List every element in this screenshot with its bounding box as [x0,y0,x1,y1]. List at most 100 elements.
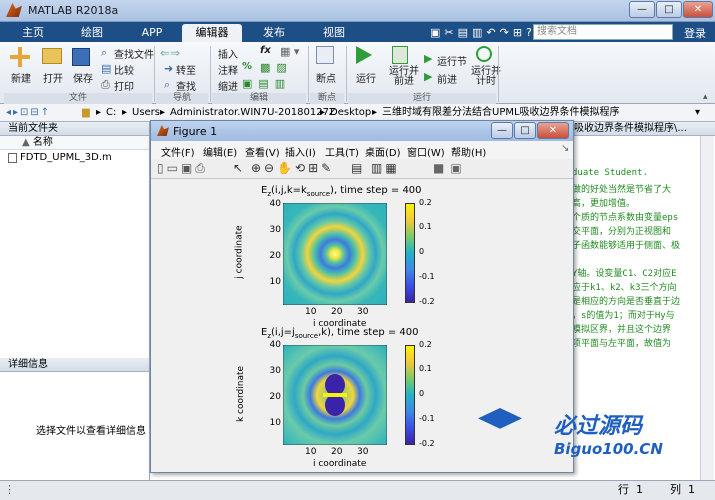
path-segment[interactable]: C: [106,104,116,121]
print-button[interactable]: 打印 [114,78,134,93]
details-header: 详细信息 [0,358,149,372]
save-button[interactable]: 保存 [73,70,93,85]
code-line[interactable]: 高，更加增值。 [572,196,635,209]
file-name: FDTD_UPML_3D.m [20,152,112,163]
plot2-cbtick: 0.1 [419,364,432,373]
column-header[interactable]: ▲ 名称 [0,136,149,150]
menu-help[interactable]: 帮助(H) [451,144,486,159]
tab-publish[interactable]: 发布 [244,24,304,42]
breakpoints-button[interactable]: 断点 [316,70,336,85]
goto-button[interactable]: 转至 [176,62,196,77]
indent-button[interactable]: 缩进 [218,78,238,93]
menu-tools[interactable]: 工具(T) [325,144,359,159]
run-section-button[interactable]: 运行节 [437,53,467,68]
plot2-ytick: 40 [269,340,281,350]
new-button[interactable]: 新建 [11,70,31,85]
plot-tools-icon[interactable]: ■▣ [433,161,468,175]
tab-home[interactable]: 主页 [6,24,60,42]
tab-editor[interactable]: 编辑器 [182,24,242,42]
fx-button[interactable]: fx [260,45,271,56]
colorbar-legend-icon[interactable]: ▥▦ [371,161,400,175]
code-line[interactable]: 个质的节点系数由变量eps [572,210,678,223]
dock-arrow-icon[interactable]: ↘ [561,143,569,154]
open-button[interactable]: 打开 [43,70,63,85]
menu-view[interactable]: 查看(V) [245,144,280,159]
search-input[interactable]: 搜索文档 [533,24,673,40]
file-row[interactable]: FDTD_UPML_3D.m [0,150,149,166]
plot1-ytick: 40 [269,199,281,209]
code-line[interactable]: ，s的值为1；而对于Hy与 [572,308,675,321]
plot2-heatmap[interactable] [283,345,387,445]
code-line[interactable]: 交平面，分别为正视图和 [572,224,671,237]
tab-view[interactable]: 视图 [306,24,362,42]
back-arrow-icon[interactable]: ⇐⇒ [160,46,180,60]
run-group-label: 运行 [348,93,496,104]
find-files-button[interactable]: 查找文件 [114,46,154,61]
comment-tools-icon[interactable]: ▩▨ [260,61,293,74]
run-section-icon: ▶ [424,52,433,65]
figure-close-button[interactable]: ✕ [537,122,569,139]
code-line[interactable]: 是相应的方向是否垂直于边 [572,294,680,307]
figure-file-tools-icon[interactable]: ▯▭▣⎙ [157,161,208,176]
find-button[interactable]: 查找 [176,78,196,93]
figure-minimize-button[interactable]: — [491,122,513,139]
menu-file[interactable]: 文件(F) [161,144,195,159]
quick-access-toolbar[interactable]: ▣✂▤▥↶↷⊞? [430,26,536,39]
plot1-cbtick: 0.2 [419,198,432,207]
tab-plots[interactable]: 绘图 [62,24,122,42]
panel-title: 当前文件夹 [8,123,58,134]
zoom-pan-rotate-icon[interactable]: ⊕⊖✋⟲⊞✎ [251,161,334,175]
collapse-ribbon-icon[interactable]: ▴ [703,92,708,102]
address-dropdown-icon[interactable]: ▾ [695,104,700,121]
current-folder-panel: 当前文件夹 ▲ 名称 FDTD_UPML_3D.m 详细信息 选择文件以查看详细… [0,122,150,480]
plot1-heatmap[interactable] [283,203,387,305]
advance-button[interactable]: 前进 [437,71,457,86]
code-line[interactable]: 应于k1、k2、k3三个方向 [572,280,677,293]
login-link[interactable]: 登录 [684,25,706,41]
code-line[interactable]: duate Student. [572,168,648,178]
menu-desktop[interactable]: 桌面(D) [365,144,401,159]
minimize-button[interactable]: — [629,1,655,18]
menu-insert[interactable]: 插入(I) [285,144,316,159]
window-title: MATLAB R2018a [28,4,119,17]
sort-icon: ▲ [22,137,30,148]
compare-button[interactable]: 比较 [114,62,134,77]
figure-menubar: 文件(F) 编辑(E) 查看(V) 插入(I) 工具(T) 桌面(D) 窗口(W… [151,141,573,159]
plot2-colorbar[interactable] [405,345,415,445]
pointer-icon[interactable]: ↖ [233,161,243,175]
maximize-button[interactable]: □ [656,1,682,18]
tab-apps[interactable]: APP [124,24,180,42]
find-icon: ⌕ [164,78,171,91]
figure-toolbar: ▯▭▣⎙ ↖ ⊕⊖✋⟲⊞✎ ▤ ▥▦ ■▣ [151,159,573,179]
edit-tools-icon[interactable]: ▦ ▾ [280,45,299,58]
panel-header: 当前文件夹 [0,122,149,136]
plot1-title: Ez(i,j,k=ksource), time step = 400 [261,185,422,198]
close-button[interactable]: ✕ [683,1,713,18]
address-sep: ▸ [96,107,102,118]
print-preview-icon[interactable]: ▤ [351,161,362,175]
editor-scrollbar[interactable] [700,136,714,480]
run-advance-button[interactable]: 运行并 前进 [389,67,419,87]
ribbon-separator [308,46,309,102]
run-time-button[interactable]: 运行并 计时 [471,67,501,87]
plot1-cbtick: 0.1 [419,222,432,231]
code-line[interactable]: 子函数能够适用于侧面、极 [572,238,680,251]
plot1-ylabel: j coordinate [234,225,245,279]
plot1-colorbar[interactable] [405,203,415,303]
plot1-cbtick: -0.1 [419,272,435,281]
figure-maximize-button[interactable]: □ [514,122,536,139]
comment-button[interactable]: 注释 [218,62,238,77]
code-line[interactable]: 模拟区界，并且这个边界 [572,322,671,335]
menu-window[interactable]: 窗口(W) [407,144,445,159]
run-button[interactable]: 运行 [356,70,376,85]
menu-edit[interactable]: 编辑(E) [203,144,237,159]
percent-button[interactable]: % [242,61,252,72]
insert-button[interactable]: 插入 [218,46,238,61]
indent-tools-icon[interactable]: ▣▤▥ [242,77,291,90]
folder-icon: ▆ [82,107,90,118]
code-line[interactable]: Y轴。设变量C1、C2对应E [572,266,677,279]
code-line[interactable]: 项平面与左平面，故值为 [572,336,671,349]
code-line[interactable]: 做的好处当然是节省了大 [572,182,671,195]
nav-arrows-icon[interactable]: ◂▸⊡⊟↑ [6,104,51,121]
status-grip-icon: ⋮ [4,483,15,496]
